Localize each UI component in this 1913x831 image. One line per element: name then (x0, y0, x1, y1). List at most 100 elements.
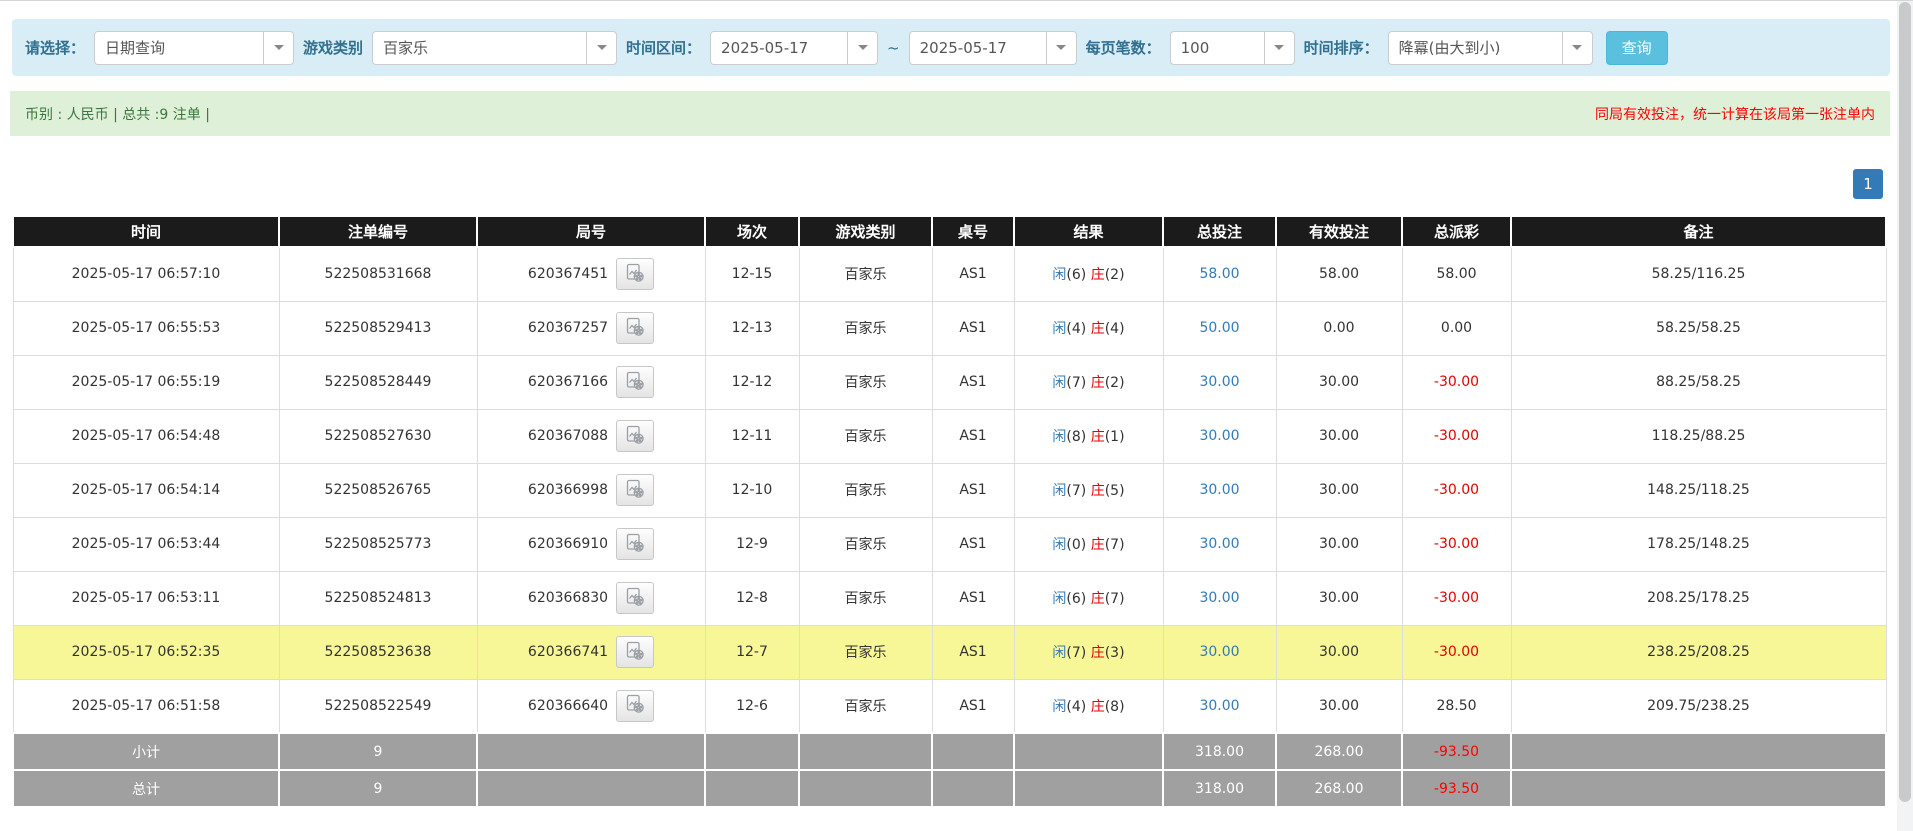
round-id-value: 620367451 (527, 266, 609, 283)
query-type-select[interactable]: 日期查询 (94, 30, 295, 65)
player-result-score: (6) (1066, 591, 1087, 607)
banker-result-label: 庄 (1090, 321, 1105, 337)
player-result-label: 闲 (1052, 591, 1067, 607)
video-replay-button[interactable] (616, 474, 655, 506)
cell-payout: -30.00 (1401, 516, 1512, 572)
cell-table-no: AS1 (931, 516, 1015, 572)
total-bet-link[interactable]: 30.00 (1199, 698, 1239, 714)
pagination-page-button[interactable]: 1 (1853, 169, 1883, 199)
cell-game-type: 百家乐 (798, 624, 933, 680)
search-button[interactable]: 查询 (1605, 30, 1668, 65)
round-id-value: 620366640 (527, 697, 609, 714)
film-icon (625, 587, 645, 610)
cell-result: 闲(7) 庄(5) (1013, 462, 1164, 518)
banker-result-label: 庄 (1090, 429, 1105, 445)
total-valid-bet: 268.00 (1275, 769, 1403, 808)
header-payout: 总派彩 (1401, 215, 1512, 248)
cell-round-id: 620367451 (476, 246, 706, 302)
banker-result-score: (8) (1104, 698, 1125, 715)
cell-game-type: 百家乐 (798, 516, 933, 572)
video-replay-button[interactable] (616, 636, 655, 668)
cell-result: 闲(8) 庄(1) (1013, 408, 1164, 464)
film-icon (625, 371, 645, 394)
total-bet-link[interactable]: 30.00 (1199, 536, 1239, 552)
cell-session: 12-12 (704, 354, 800, 410)
subtotal-label: 小计 (12, 732, 280, 771)
date-from-value: 2025-05-17 (721, 38, 809, 57)
video-replay-button[interactable] (616, 258, 655, 291)
total-bet-link[interactable]: 30.00 (1199, 644, 1239, 660)
cell-table-no: AS1 (931, 462, 1015, 518)
total-bet-link[interactable]: 30.00 (1199, 374, 1239, 390)
film-icon (625, 263, 645, 286)
total-bet-link[interactable]: 58.00 (1199, 266, 1239, 282)
scrollbar-thumb[interactable] (1899, 2, 1911, 802)
banker-result-score: (3) (1104, 645, 1125, 661)
cell-payout: -30.00 (1401, 462, 1512, 518)
cell-time: 2025-05-17 06:52:35 (12, 624, 280, 680)
banker-result-score: (7) (1104, 537, 1125, 553)
scrollbar[interactable] (1897, 1, 1913, 831)
banker-result-label: 庄 (1090, 698, 1105, 715)
video-replay-button[interactable] (616, 528, 655, 560)
total-bet-link[interactable]: 30.00 (1199, 428, 1239, 444)
banker-result-score: (2) (1104, 267, 1125, 284)
player-result-label: 闲 (1052, 321, 1067, 337)
cell-time: 2025-05-17 06:53:44 (12, 516, 280, 572)
cell-payout: -30.00 (1401, 354, 1512, 410)
cell-game-type: 百家乐 (798, 408, 933, 464)
table-row: 2025-05-17 06:54:14 522508526765 6203669… (12, 462, 1887, 518)
total-bet-link[interactable]: 30.00 (1199, 590, 1239, 606)
cell-total-bet: 30.00 (1162, 624, 1277, 680)
video-replay-button[interactable] (616, 420, 655, 452)
total-total-bet: 318.00 (1162, 769, 1277, 808)
cell-round-id: 620366998 (476, 462, 706, 518)
total-bet-link[interactable]: 50.00 (1199, 320, 1239, 336)
game-type-value: 百家乐 (383, 39, 429, 57)
cell-total-bet: 30.00 (1162, 516, 1277, 572)
sort-order-select[interactable]: 降冪(由大到小) (1387, 30, 1593, 65)
cell-valid-bet: 30.00 (1275, 570, 1403, 626)
video-replay-button[interactable] (616, 366, 655, 398)
cell-round-id: 620367257 (476, 300, 706, 356)
video-replay-button[interactable] (616, 689, 655, 722)
cell-session: 12-9 (704, 516, 800, 572)
cell-game-type: 百家乐 (798, 354, 933, 410)
cell-payout: -30.00 (1401, 570, 1512, 626)
cell-total-bet: 30.00 (1162, 462, 1277, 518)
round-id-value: 620367166 (527, 374, 609, 390)
date-to-select[interactable]: 2025-05-17 (908, 30, 1077, 65)
cell-table-no: AS1 (931, 408, 1015, 464)
cell-valid-bet: 30.00 (1275, 354, 1403, 410)
cell-session: 12-11 (704, 408, 800, 464)
round-id-value: 620366998 (527, 482, 609, 498)
game-type-select[interactable]: 百家乐 (372, 30, 618, 65)
cell-bet-id: 522508522549 (278, 678, 478, 734)
cell-total-bet: 30.00 (1162, 570, 1277, 626)
cell-valid-bet: 30.00 (1275, 408, 1403, 464)
notice-text: 同局有效投注，统一计算在该局第一张注单内 (1595, 106, 1875, 123)
total-bet-link[interactable]: 30.00 (1199, 482, 1239, 498)
cell-remark: 58.25/116.25 (1510, 246, 1887, 302)
video-replay-button[interactable] (616, 312, 655, 344)
player-result-score: (7) (1066, 483, 1087, 499)
header-game-type: 游戏类别 (798, 215, 933, 248)
chevron-down-icon (1561, 31, 1592, 64)
cell-valid-bet: 30.00 (1275, 516, 1403, 572)
cell-round-id: 620366910 (476, 516, 706, 572)
banker-result-score: (2) (1104, 375, 1125, 391)
banker-result-score: (7) (1104, 591, 1125, 607)
banker-result-label: 庄 (1090, 267, 1105, 284)
page-size-select[interactable]: 100 (1169, 30, 1295, 65)
chevron-down-icon (263, 31, 293, 64)
table-row: 2025-05-17 06:55:53 522508529413 6203672… (12, 300, 1887, 356)
header-remark: 备注 (1510, 215, 1887, 248)
cell-table-no: AS1 (931, 624, 1015, 680)
date-from-select[interactable]: 2025-05-17 (710, 30, 879, 65)
cell-remark: 178.25/148.25 (1510, 516, 1887, 572)
header-result: 结果 (1013, 215, 1164, 248)
cell-round-id: 620367088 (476, 408, 706, 464)
table-row: 2025-05-17 06:55:19 522508528449 6203671… (12, 354, 1887, 410)
cell-round-id: 620366830 (476, 570, 706, 626)
video-replay-button[interactable] (616, 582, 655, 614)
